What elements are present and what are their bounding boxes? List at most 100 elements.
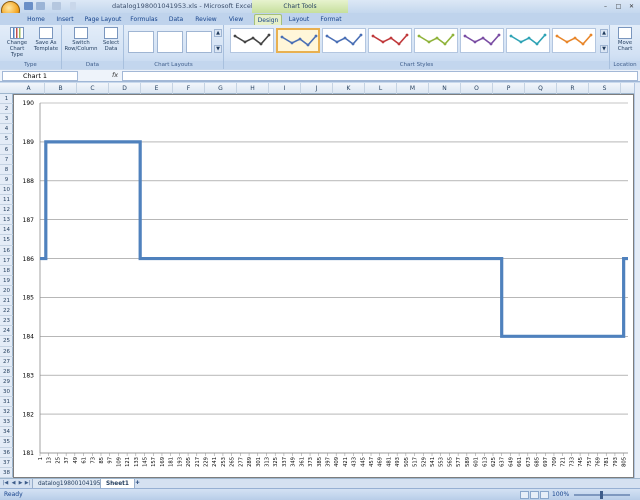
page-layout-view-icon[interactable]: [530, 491, 539, 499]
layouts-scroll-up[interactable]: ▲: [214, 29, 222, 37]
formula-input[interactable]: [122, 71, 638, 81]
column-header-c[interactable]: C: [77, 83, 109, 94]
tab-data[interactable]: Data: [164, 14, 188, 25]
row-header-34[interactable]: 34: [0, 427, 13, 438]
column-header-k[interactable]: K: [333, 83, 365, 94]
column-header-r[interactable]: R: [557, 83, 589, 94]
row-header-14[interactable]: 14: [0, 225, 13, 236]
select-data-button[interactable]: Select Data: [100, 27, 122, 52]
row-header-38[interactable]: 38: [0, 468, 13, 478]
row-header-28[interactable]: 28: [0, 367, 13, 377]
column-header-i[interactable]: I: [269, 83, 301, 94]
chart-style-6[interactable]: [460, 28, 504, 53]
row-header-6[interactable]: 6: [0, 145, 13, 155]
layouts-scroll-down[interactable]: ▼: [214, 45, 222, 53]
qat-customize-icon[interactable]: [70, 2, 76, 10]
row-header-35[interactable]: 35: [0, 437, 13, 448]
row-header-33[interactable]: 33: [0, 417, 13, 428]
normal-view-icon[interactable]: [520, 491, 529, 499]
tab-home[interactable]: Home: [24, 14, 48, 25]
chart-layout-2[interactable]: [157, 31, 183, 53]
chart-style-8[interactable]: [552, 28, 596, 53]
save-icon[interactable]: [24, 2, 33, 10]
column-header-p[interactable]: P: [493, 83, 525, 94]
column-header-f[interactable]: F: [173, 83, 205, 94]
redo-icon[interactable]: [52, 2, 61, 10]
row-header-16[interactable]: 16: [0, 246, 13, 256]
row-header-3[interactable]: 3: [0, 114, 13, 125]
zoom-slider[interactable]: [574, 491, 630, 499]
column-header-q[interactable]: Q: [525, 83, 557, 94]
tab-format[interactable]: Format: [316, 14, 346, 25]
chart-layout-1[interactable]: [128, 31, 154, 53]
row-header-13[interactable]: 13: [0, 215, 13, 226]
chart-style-2[interactable]: [276, 28, 320, 53]
name-box[interactable]: Chart 1: [2, 71, 78, 81]
chart-style-3[interactable]: [322, 28, 366, 53]
row-header-17[interactable]: 17: [0, 256, 13, 266]
vertical-scrollbar[interactable]: [634, 83, 640, 478]
line-chart[interactable]: 1811821831841851861871881891901 13 25 37 49 6…: [14, 95, 633, 477]
row-header-12[interactable]: 12: [0, 205, 13, 216]
chart-layout-3[interactable]: [186, 31, 212, 53]
tab-page-layout[interactable]: Page Layout: [82, 14, 124, 25]
row-header-29[interactable]: 29: [0, 377, 13, 387]
row-header-1[interactable]: 1: [0, 94, 13, 105]
row-header-30[interactable]: 30: [0, 387, 13, 398]
row-header-21[interactable]: 21: [0, 296, 13, 307]
first-sheet-icon[interactable]: |◀: [2, 480, 9, 487]
column-header-h[interactable]: H: [237, 83, 269, 94]
row-header-11[interactable]: 11: [0, 195, 13, 206]
tab-insert[interactable]: Insert: [52, 14, 78, 25]
move-chart-button[interactable]: Move Chart: [612, 27, 638, 52]
column-header-e[interactable]: E: [141, 83, 173, 94]
row-header-10[interactable]: 10: [0, 185, 13, 196]
maximize-button[interactable]: □: [613, 2, 624, 11]
tab-view[interactable]: View: [224, 14, 248, 25]
fx-icon[interactable]: fx: [112, 71, 118, 79]
close-button[interactable]: ✕: [626, 2, 637, 11]
column-header-d[interactable]: D: [109, 83, 141, 94]
zoom-level[interactable]: 100%: [552, 491, 569, 498]
column-header-a[interactable]: A: [13, 83, 45, 94]
tab-review[interactable]: Review: [192, 14, 220, 25]
chart-style-1[interactable]: [230, 28, 274, 53]
row-header-19[interactable]: 19: [0, 276, 13, 286]
save-as-template-button[interactable]: Save As Template: [32, 27, 60, 52]
chart-style-5[interactable]: [414, 28, 458, 53]
column-header-b[interactable]: B: [45, 83, 77, 94]
row-header-4[interactable]: 4: [0, 124, 13, 135]
column-header-o[interactable]: O: [461, 83, 493, 94]
prev-sheet-icon[interactable]: ◀: [10, 480, 17, 487]
row-header-24[interactable]: 24: [0, 326, 13, 337]
row-header-2[interactable]: 2: [0, 104, 13, 115]
row-header-7[interactable]: 7: [0, 155, 13, 165]
row-header-9[interactable]: 9: [0, 175, 13, 185]
column-header-n[interactable]: N: [429, 83, 461, 94]
row-header-31[interactable]: 31: [0, 397, 13, 408]
zoom-slider-thumb[interactable]: [600, 491, 603, 499]
row-header-15[interactable]: 15: [0, 235, 13, 246]
switch-row-column-button[interactable]: Switch Row/Column: [64, 27, 98, 52]
insert-sheet-icon[interactable]: ✚: [134, 480, 141, 487]
chart-area[interactable]: 181 182 183 184 185 186 187 188 189 190 1 13 25 37 49 6…: [13, 94, 634, 478]
tab-layout[interactable]: Layout: [286, 14, 312, 25]
tab-formulas[interactable]: Formulas: [128, 14, 160, 25]
row-header-27[interactable]: 27: [0, 357, 13, 367]
styles-scroll-down[interactable]: ▼: [600, 45, 608, 53]
row-header-26[interactable]: 26: [0, 347, 13, 357]
change-chart-type-button[interactable]: Change Chart Type: [3, 27, 31, 58]
row-header-20[interactable]: 20: [0, 286, 13, 297]
column-header-m[interactable]: M: [397, 83, 429, 94]
last-sheet-icon[interactable]: ▶|: [24, 480, 31, 487]
column-header-g[interactable]: G: [205, 83, 237, 94]
row-header-8[interactable]: 8: [0, 165, 13, 175]
row-header-25[interactable]: 25: [0, 336, 13, 347]
row-header-23[interactable]: 23: [0, 316, 13, 327]
next-sheet-icon[interactable]: ▶: [17, 480, 24, 487]
row-header-32[interactable]: 32: [0, 407, 13, 418]
row-header-5[interactable]: 5: [0, 134, 13, 145]
minimize-button[interactable]: –: [600, 2, 611, 11]
series-line-1[interactable]: [40, 140, 628, 338]
styles-scroll-up[interactable]: ▲: [600, 29, 608, 37]
